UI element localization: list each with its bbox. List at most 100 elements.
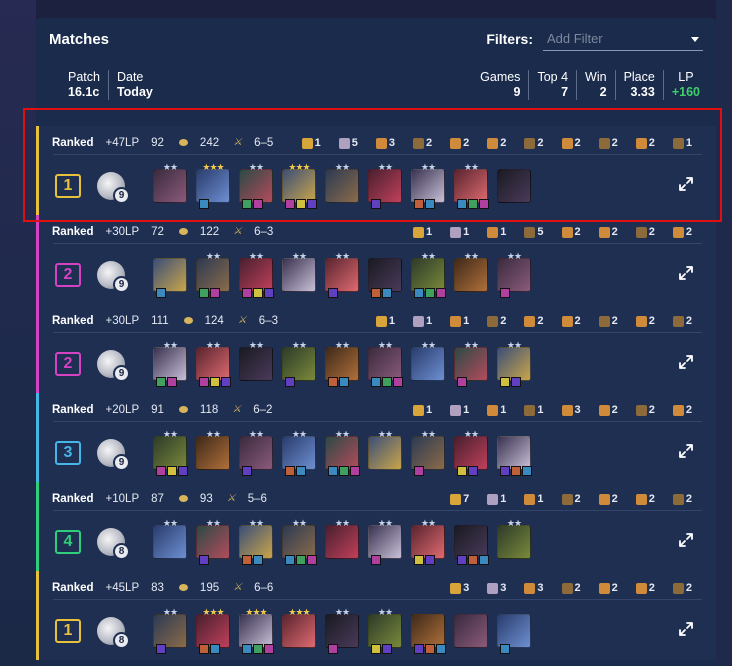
champion-unit[interactable]: ★★ bbox=[196, 341, 231, 387]
trait[interactable]: 2 bbox=[561, 137, 593, 149]
match-row[interactable]: Ranked +30LP 72 122 ⚔ 6–3 1 1 1 5 2 2 2 2 2 9 ★★ ★★ ★★ ★★ ★★… bbox=[36, 215, 716, 304]
trait[interactable]: 2 bbox=[524, 137, 555, 149]
match-row[interactable]: Ranked +45LP 83 195 ⚔ 6–6 3 3 3 2 2 2 2 1 8 ★★ ★★★ ★★★ ★★★… bbox=[36, 571, 716, 660]
champion-unit[interactable]: ★★ bbox=[153, 608, 187, 654]
trait[interactable]: 1 bbox=[375, 315, 407, 327]
champion-unit[interactable]: ★★ bbox=[454, 252, 488, 292]
champion-unit[interactable]: ★★ bbox=[368, 608, 402, 654]
trait[interactable]: 1 bbox=[524, 404, 555, 416]
trait[interactable]: 2 bbox=[561, 582, 593, 594]
trait[interactable]: 2 bbox=[524, 315, 555, 327]
champion-unit[interactable]: ★★ bbox=[411, 341, 445, 381]
champion-unit[interactable]: ★★ bbox=[325, 519, 359, 559]
champion-unit[interactable]: ★★ bbox=[325, 341, 359, 387]
champion-unit[interactable]: ★★ bbox=[411, 430, 445, 476]
trait[interactable]: 2 bbox=[635, 582, 667, 594]
trait[interactable]: 1 bbox=[672, 137, 704, 149]
trait[interactable]: 2 bbox=[672, 226, 704, 238]
champion-unit[interactable]: ★★ bbox=[196, 519, 230, 565]
champion-unit[interactable] bbox=[368, 258, 402, 298]
champion-unit[interactable] bbox=[411, 614, 446, 654]
match-row[interactable]: Ranked +30LP 111 124 ⚔ 6–3 1 1 1 2 2 2 2 2 2 2 9 ★★ ★★ ★★ ★★… bbox=[36, 304, 716, 393]
champion-unit[interactable] bbox=[454, 525, 489, 565]
champion-unit[interactable]: ★★ bbox=[368, 341, 403, 387]
add-filter-select[interactable]: Add Filter bbox=[543, 27, 703, 51]
champion-unit[interactable]: ★★ bbox=[368, 430, 402, 470]
trait[interactable]: 2 bbox=[635, 493, 667, 505]
champion-unit[interactable]: ★★ bbox=[497, 252, 531, 298]
trait[interactable]: 2 bbox=[561, 493, 593, 505]
champion-unit[interactable]: ★★ bbox=[282, 430, 316, 476]
champion-unit[interactable] bbox=[454, 614, 488, 648]
champion-unit[interactable]: ★★★ bbox=[239, 608, 274, 654]
champion-unit[interactable]: ★★ bbox=[239, 252, 274, 298]
champion-unit[interactable]: ★★ bbox=[454, 163, 489, 209]
trait[interactable]: 3 bbox=[487, 582, 518, 594]
trait[interactable]: 1 bbox=[413, 404, 444, 416]
expand-icon[interactable] bbox=[678, 621, 698, 641]
trait[interactable]: 2 bbox=[598, 137, 630, 149]
trait[interactable]: 2 bbox=[635, 315, 667, 327]
champion-unit[interactable] bbox=[497, 614, 531, 654]
champion-unit[interactable]: ★★ bbox=[239, 163, 273, 209]
trait[interactable]: 1 bbox=[487, 493, 518, 505]
trait[interactable]: 3 bbox=[375, 137, 407, 149]
expand-icon[interactable] bbox=[678, 176, 698, 196]
champion-unit[interactable]: ★★ bbox=[239, 519, 273, 565]
champion-unit[interactable]: ★★ bbox=[153, 430, 188, 476]
trait[interactable]: 3 bbox=[561, 404, 593, 416]
expand-icon[interactable] bbox=[678, 265, 698, 285]
trait[interactable]: 2 bbox=[672, 493, 704, 505]
trait[interactable]: 2 bbox=[450, 137, 481, 149]
trait[interactable]: 5 bbox=[338, 137, 370, 149]
trait[interactable]: 1 bbox=[301, 137, 333, 149]
trait[interactable]: 2 bbox=[672, 404, 704, 416]
trait[interactable]: 2 bbox=[598, 493, 630, 505]
trait[interactable]: 3 bbox=[450, 582, 481, 594]
champion-unit[interactable]: ★★ bbox=[325, 608, 359, 654]
trait[interactable]: 2 bbox=[487, 315, 518, 327]
champion-unit[interactable]: ★★ bbox=[153, 163, 187, 203]
champion-unit[interactable]: ★★ bbox=[282, 519, 317, 565]
trait[interactable]: 1 bbox=[413, 226, 444, 238]
expand-icon[interactable] bbox=[678, 354, 698, 374]
champion-unit[interactable]: ★★ bbox=[411, 163, 445, 209]
champion-unit[interactable]: ★★ bbox=[239, 341, 273, 381]
champion-unit[interactable]: ★★ bbox=[454, 430, 488, 476]
trait[interactable]: 3 bbox=[524, 582, 555, 594]
match-row[interactable]: Ranked +10LP 87 93 ⚔ 5–6 7 1 1 2 2 2 2 4 8 ★★ ★★ ★★ ★★ ★★ ★★… bbox=[36, 482, 716, 571]
trait[interactable]: 2 bbox=[635, 404, 667, 416]
champion-unit[interactable]: ★★ bbox=[325, 430, 360, 476]
champion-unit[interactable]: ★★ bbox=[411, 252, 446, 298]
champion-unit[interactable]: ★★ bbox=[497, 341, 531, 387]
trait[interactable]: 2 bbox=[487, 137, 518, 149]
champion-unit[interactable]: ★★★ bbox=[196, 608, 230, 654]
champion-unit[interactable]: ★★ bbox=[239, 430, 273, 476]
trait[interactable]: 1 bbox=[487, 226, 518, 238]
trait[interactable]: 2 bbox=[561, 315, 593, 327]
match-row[interactable]: Ranked +20LP 91 118 ⚔ 6–2 1 1 1 1 3 2 2 2 3 9 ★★ ★★ ★★ ★★ ★★… bbox=[36, 393, 716, 482]
champion-unit[interactable] bbox=[497, 169, 531, 203]
champion-unit[interactable] bbox=[497, 436, 532, 476]
expand-icon[interactable] bbox=[678, 443, 698, 463]
champion-unit[interactable]: ★★ bbox=[325, 252, 359, 298]
champion-unit[interactable]: ★★ bbox=[196, 252, 230, 298]
trait[interactable]: 1 bbox=[450, 226, 481, 238]
champion-unit[interactable]: ★★ bbox=[153, 519, 187, 559]
champion-unit[interactable]: ★★ bbox=[325, 163, 359, 203]
champion-unit[interactable]: ★★ bbox=[282, 252, 316, 292]
trait[interactable]: 2 bbox=[561, 226, 593, 238]
champion-unit[interactable]: ★★★ bbox=[282, 163, 317, 209]
trait[interactable]: 2 bbox=[635, 226, 667, 238]
trait[interactable]: 2 bbox=[413, 137, 444, 149]
expand-icon[interactable] bbox=[678, 532, 698, 552]
trait[interactable]: 2 bbox=[598, 315, 630, 327]
champion-unit[interactable]: ★★ bbox=[368, 163, 402, 209]
trait[interactable]: 1 bbox=[524, 493, 555, 505]
champion-unit[interactable]: ★★ bbox=[368, 519, 402, 565]
trait[interactable]: 2 bbox=[672, 315, 704, 327]
trait[interactable]: 2 bbox=[635, 137, 667, 149]
trait[interactable]: 1 bbox=[450, 404, 481, 416]
champion-unit[interactable]: ★★ bbox=[153, 341, 187, 387]
trait[interactable]: 2 bbox=[598, 226, 630, 238]
